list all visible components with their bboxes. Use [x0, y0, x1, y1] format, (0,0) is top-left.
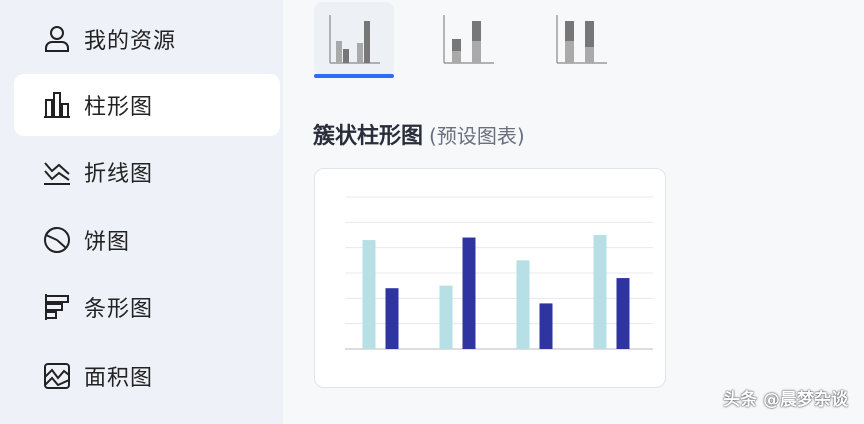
chart-type-bar — [283, 0, 864, 82]
section-heading: 簇状柱形图 (预设图表) — [313, 118, 525, 150]
sidebar-item-my-resources[interactable]: 我的资源 — [14, 8, 280, 70]
sidebar-item-label: 饼图 — [84, 230, 131, 255]
sidebar-item-label: 我的资源 — [84, 29, 177, 54]
sidebar-item-bar-chart[interactable]: 条形图 — [14, 276, 280, 338]
clustered-column-icon — [329, 15, 380, 64]
chart-preview[interactable] — [314, 168, 666, 388]
chart-svg — [345, 196, 653, 350]
line-chart-icon — [40, 155, 74, 189]
sidebar-item-area-chart[interactable]: 面积图 — [14, 345, 280, 407]
pie-chart-icon — [40, 223, 74, 257]
stacked-column-icon — [443, 15, 494, 64]
horizontal-bar-chart-icon — [40, 290, 74, 324]
sidebar: 我的资源 柱形图 折线图 饼图 条形图 面积图 — [0, 0, 283, 424]
bar-series-1 — [516, 260, 530, 349]
watermark: 头条 @晨梦杂谈 — [723, 390, 848, 410]
user-icon — [40, 22, 74, 56]
sidebar-item-column-chart[interactable]: 柱形图 — [14, 74, 280, 136]
sidebar-item-pie-chart[interactable]: 饼图 — [14, 209, 280, 271]
bar-series-2 — [385, 288, 399, 349]
bar-series-2 — [539, 303, 553, 349]
bar-chart-icon — [40, 88, 74, 122]
bar-series-2 — [462, 237, 476, 349]
section-title: 簇状柱形图 — [313, 124, 424, 149]
sidebar-item-line-chart[interactable]: 折线图 — [14, 141, 280, 203]
sidebar-item-label: 柱形图 — [84, 95, 154, 120]
percent-stacked-column-icon — [556, 15, 607, 64]
sidebar-item-label: 折线图 — [84, 162, 154, 187]
sidebar-item-label: 面积图 — [84, 366, 154, 391]
stacked-column-thumbnail[interactable] — [428, 2, 508, 76]
area-chart-icon — [40, 359, 74, 393]
bar-series-1 — [362, 240, 376, 349]
bar-series-1 — [593, 235, 607, 349]
section-subtitle: (预设图表) — [429, 124, 525, 148]
clustered-column-thumbnail[interactable] — [314, 2, 394, 76]
selected-indicator — [314, 74, 394, 78]
bar-series-1 — [439, 285, 453, 349]
percent-stacked-column-thumbnail[interactable] — [541, 2, 621, 76]
sidebar-item-label: 条形图 — [84, 297, 154, 322]
main-panel: 簇状柱形图 (预设图表) — [283, 0, 864, 424]
bar-series-2 — [616, 278, 630, 349]
